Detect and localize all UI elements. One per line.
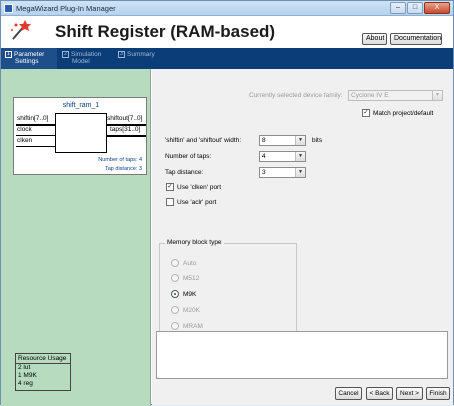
pin-shiftout: shiftout[7..0] (107, 115, 143, 122)
use-aclr-label: Use 'aclr' port (177, 199, 217, 206)
taps-label: Number of taps: (165, 153, 212, 160)
pin-line-clken (16, 146, 55, 147)
wizard-button-bar: Cancel < Back Next > Finish (152, 384, 453, 405)
about-button[interactable]: About (362, 33, 387, 45)
width-unit: bits (312, 137, 323, 144)
tap-distance-select[interactable]: 3 ▼ (259, 167, 306, 178)
pin-taps: taps[31..0] (110, 126, 141, 133)
tab-simulation-model[interactable]: 2 Simulation Model (62, 51, 101, 65)
tap-distance-label: Tap distance: (165, 169, 204, 176)
chevron-down-icon: ▼ (432, 91, 442, 100)
pin-clken: clken (17, 137, 33, 144)
chevron-down-icon: ▼ (295, 168, 305, 177)
radio-m512-label: M512 (183, 275, 200, 282)
step-number: 2 (62, 51, 69, 58)
tap-distance-value: 3 (262, 169, 266, 176)
instance-name: shift_ram_1 (62, 102, 100, 109)
resource-line: 4 reg (18, 380, 33, 387)
radio-mram-label: MRAM (183, 323, 203, 330)
minimize-button[interactable]: – (390, 2, 406, 14)
resource-usage-title: Resource Usage (16, 354, 70, 364)
width-select[interactable]: 8 ▼ (259, 135, 306, 146)
chevron-down-icon: ▼ (295, 136, 305, 145)
step-label-line1: Summary (127, 51, 155, 58)
resource-usage-box: Resource Usage 2 lut 1 M9K 4 reg (15, 353, 71, 391)
tab-parameter-settings[interactable]: 1 Parameter Settings (5, 51, 44, 65)
step-bar: 1 Parameter Settings 2 Simulation Model 3S… (1, 48, 453, 69)
device-family-value: Cyclone IV E (351, 92, 389, 99)
pin-line-clock (16, 135, 55, 136)
megafunction-symbol: shift_ram_1 shiftin[7..0] clock clken sh… (13, 97, 147, 175)
memory-block-title: Memory block type (165, 239, 224, 246)
window-title: MegaWizard Plug-In Manager (16, 4, 116, 13)
width-label: 'shiftin' and 'shiftout' width: (165, 137, 242, 144)
resource-line: 1 M9K (18, 372, 37, 379)
pin-shiftin: shiftin[7..0] (17, 115, 49, 122)
app-icon (4, 4, 13, 13)
radio-m512[interactable] (171, 274, 179, 282)
next-button[interactable]: Next > (396, 387, 423, 400)
device-family-label: Currently selected device family: (249, 92, 343, 99)
symbol-panel: shift_ram_1 shiftin[7..0] clock clken sh… (1, 69, 151, 406)
parameter-settings-panel: Currently selected device family: Cyclon… (152, 69, 453, 384)
match-project-label: Match project/default (373, 110, 434, 117)
wizard-header: Shift Register (RAM-based) About Documen… (1, 16, 453, 48)
pin-clock: clock (17, 126, 32, 133)
radio-m20k[interactable] (171, 306, 179, 314)
resource-line: 2 lut (18, 364, 31, 371)
window-controls: – □ X (390, 2, 450, 14)
use-clken-checkbox[interactable]: ✓ (166, 183, 174, 191)
radio-auto[interactable] (171, 259, 179, 267)
step-number: 1 (5, 51, 12, 58)
message-box[interactable] (156, 331, 448, 379)
step-label-line2: Model (72, 58, 90, 65)
radio-m20k-label: M20K (183, 307, 200, 314)
radio-m9k[interactable] (171, 290, 179, 298)
radio-auto-label: Auto (183, 260, 197, 267)
pin-line-taps (107, 135, 146, 137)
taps-value: 4 (262, 153, 266, 160)
symbol-block (55, 113, 107, 153)
documentation-button[interactable]: Documentation (390, 33, 442, 45)
radio-mram[interactable] (171, 322, 179, 330)
step-label-line1: Simulation (71, 51, 102, 58)
step-label-line1: Parameter (14, 51, 45, 58)
info-number-of-taps: Number of taps: 4 (98, 157, 142, 163)
finish-button[interactable]: Finish (426, 387, 450, 400)
cancel-button[interactable]: Cancel (335, 387, 362, 400)
device-family-select[interactable]: Cyclone IV E ▼ (348, 90, 443, 101)
step-label-line2: Settings (15, 58, 39, 65)
step-number: 3 (118, 51, 125, 58)
info-tap-distance: Tap distance: 3 (105, 166, 142, 172)
megawizard-window: MegaWizard Plug-In Manager – □ X Shift R… (0, 0, 454, 406)
radio-m9k-label: M9K (183, 291, 197, 298)
tab-summary[interactable]: 3 Summary (118, 51, 155, 58)
match-project-checkbox[interactable]: ✓ (362, 109, 370, 117)
back-button[interactable]: < Back (366, 387, 393, 400)
title-bar: MegaWizard Plug-In Manager – □ X (1, 1, 453, 16)
wizard-wand-icon (11, 20, 31, 40)
maximize-button[interactable]: □ (407, 2, 423, 14)
use-aclr-checkbox[interactable] (166, 198, 174, 206)
width-value: 8 (262, 137, 266, 144)
taps-select[interactable]: 4 ▼ (259, 151, 306, 162)
use-clken-label: Use 'clken' port (177, 184, 222, 191)
chevron-down-icon: ▼ (295, 152, 305, 161)
page-title: Shift Register (RAM-based) (55, 22, 276, 41)
close-button[interactable]: X (424, 2, 450, 14)
